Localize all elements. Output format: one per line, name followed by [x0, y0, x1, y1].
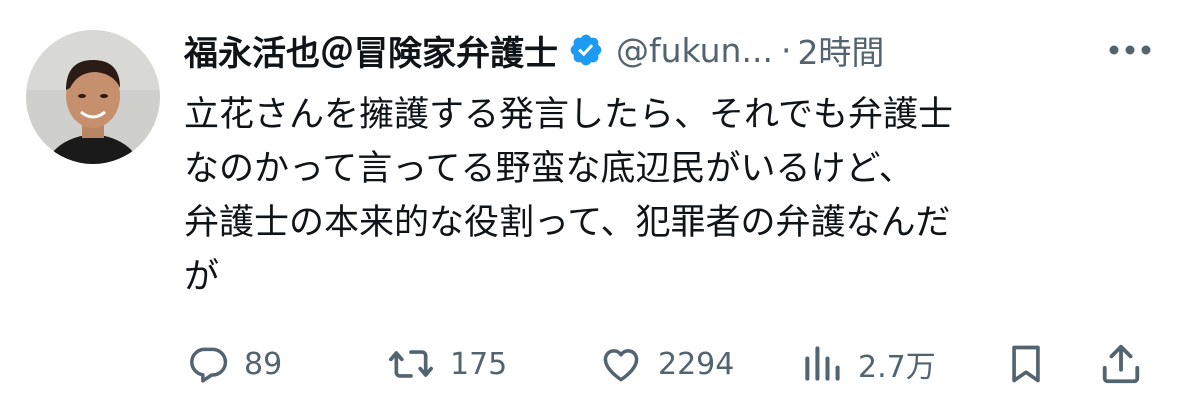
separator-dot: · [780, 30, 792, 70]
bookmark-button[interactable] [1004, 336, 1048, 392]
handle[interactable]: @fukun... [616, 31, 773, 70]
tweet-text-line: 弁護士の本来的な役割って、犯罪者の弁護なんだ [184, 203, 951, 243]
action-bar: 89 175 2294 2.7万 [0, 336, 1178, 392]
tweet-text-line: が [184, 257, 220, 297]
tweet[interactable]: 福永活也＠冒険家弁護士 @fukun... · 2時間 立花さんを擁護する発言し… [0, 0, 1178, 415]
heart-icon [598, 342, 644, 386]
views-count: 2.7万 [858, 350, 936, 385]
tweet-header: 福永活也＠冒険家弁護士 @fukun... · 2時間 [184, 22, 884, 78]
retweet-count: 175 [450, 346, 508, 382]
display-name[interactable]: 福永活也＠冒険家弁護士 [184, 26, 558, 75]
more-icon[interactable] [1100, 30, 1160, 70]
tweet-text: 立花さんを擁護する発言したら、それでも弁護士 なのかって言ってる野蛮な底辺民がい… [184, 88, 1144, 304]
reply-icon [186, 342, 230, 386]
retweet-button[interactable]: 175 [386, 336, 507, 392]
share-button[interactable] [1098, 336, 1144, 392]
verified-badge-icon[interactable] [568, 32, 604, 68]
reply-button[interactable]: 89 [186, 336, 282, 392]
views-button[interactable]: 2.7万 [800, 336, 936, 392]
timestamp[interactable]: 2時間 [797, 26, 884, 74]
like-button[interactable]: 2294 [598, 336, 734, 392]
tweet-text-line: 立花さんを擁護する発言したら、それでも弁護士 [184, 95, 953, 135]
share-icon [1098, 341, 1144, 387]
bookmark-icon [1004, 342, 1048, 386]
like-count: 2294 [658, 346, 735, 382]
avatar[interactable] [26, 30, 160, 164]
reply-count: 89 [244, 346, 283, 382]
retweet-icon [386, 342, 436, 386]
tweet-text-line: なのかって言ってる野蛮な底辺民がいるけど、 [184, 149, 914, 189]
views-icon [800, 342, 844, 386]
